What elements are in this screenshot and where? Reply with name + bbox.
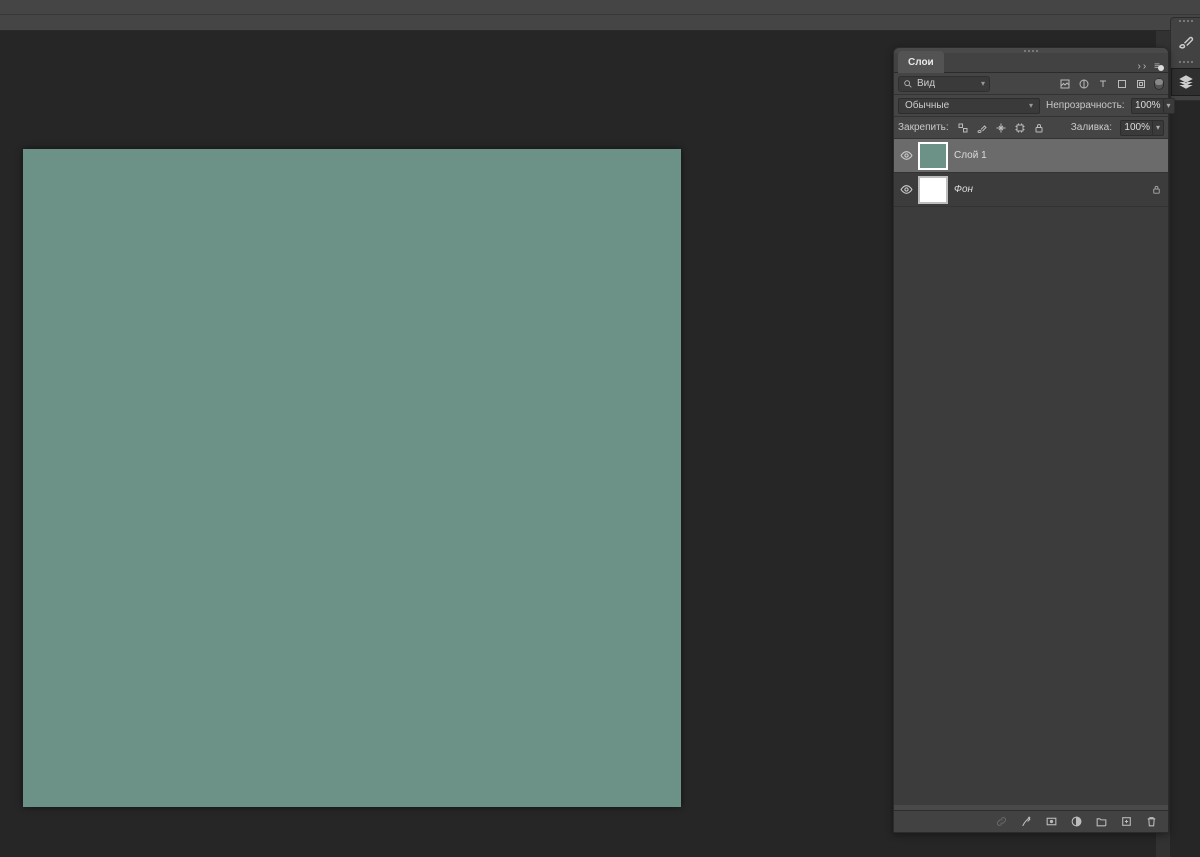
chevron-down-icon: ▾ xyxy=(1029,101,1033,110)
delete-layer-icon[interactable] xyxy=(1145,815,1158,828)
layer-row[interactable]: Фон xyxy=(894,173,1168,207)
layer-row[interactable]: Слой 1 xyxy=(894,139,1168,173)
layers-panel: Слои › › ≡ ▾ Обычные ▾ Непрозрачность: xyxy=(893,47,1169,833)
visibility-toggle[interactable] xyxy=(894,149,918,162)
layer-thumbnail[interactable] xyxy=(918,176,948,204)
filter-smartobject-icon[interactable] xyxy=(1135,78,1147,90)
lock-all-icon[interactable] xyxy=(1033,122,1045,134)
panel-bottom-toolbar xyxy=(894,810,1168,832)
menu-bar xyxy=(0,4,1200,14)
visibility-toggle[interactable] xyxy=(894,183,918,196)
lock-brush-icon[interactable] xyxy=(976,122,988,134)
layer-mask-icon[interactable] xyxy=(1045,815,1058,828)
brush-panel-icon[interactable] xyxy=(1171,27,1200,55)
filter-pixel-icon[interactable] xyxy=(1059,78,1071,90)
layer-name[interactable]: Слой 1 xyxy=(954,150,1144,161)
opacity-slider-toggle[interactable]: ▾ xyxy=(1163,98,1175,114)
adjustment-layer-icon[interactable] xyxy=(1070,815,1083,828)
filter-type-icon[interactable] xyxy=(1097,78,1109,90)
collapse-double-chevron-icon[interactable]: › › xyxy=(1137,61,1146,72)
indicator-dot-icon xyxy=(1158,65,1164,71)
filter-toggle[interactable] xyxy=(1154,78,1164,90)
opacity-label: Непрозрачность: xyxy=(1046,100,1125,111)
tab-layers[interactable]: Слои xyxy=(898,51,944,73)
collapsed-panel-strip xyxy=(1170,17,1200,101)
eye-icon xyxy=(900,183,913,196)
eye-icon xyxy=(900,149,913,162)
opacity-input[interactable] xyxy=(1131,98,1163,114)
group-icon[interactable] xyxy=(1095,815,1108,828)
lock-artboard-icon[interactable] xyxy=(1014,122,1026,134)
lock-transparency-icon[interactable] xyxy=(957,122,969,134)
fill-slider-toggle[interactable]: ▾ xyxy=(1152,120,1164,136)
fill-label: Заливка: xyxy=(1071,122,1112,133)
document-canvas[interactable] xyxy=(23,149,681,807)
layer-filter-select[interactable]: ▾ xyxy=(898,76,990,92)
layers-list: Слой 1 Фон xyxy=(894,139,1168,805)
chevron-down-icon[interactable]: ▾ xyxy=(981,79,985,88)
search-icon xyxy=(903,79,913,89)
lock-label: Закрепить: xyxy=(898,122,949,133)
layers-panel-icon[interactable] xyxy=(1171,68,1200,96)
filter-adjustment-icon[interactable] xyxy=(1078,78,1090,90)
lock-icon xyxy=(1151,184,1162,195)
layer-filter-input[interactable] xyxy=(917,78,977,89)
link-layers-icon[interactable] xyxy=(995,815,1008,828)
new-layer-icon[interactable] xyxy=(1120,815,1133,828)
layer-thumbnail[interactable] xyxy=(918,142,948,170)
panel-tab-row: Слои › › ≡ xyxy=(894,53,1168,73)
filter-row: ▾ xyxy=(894,73,1168,95)
lock-position-icon[interactable] xyxy=(995,122,1007,134)
blend-row: Обычные ▾ Непрозрачность: ▾ xyxy=(894,95,1168,117)
blend-mode-value: Обычные xyxy=(905,100,949,111)
layer-lock-indicator xyxy=(1144,184,1168,195)
blend-mode-select[interactable]: Обычные ▾ xyxy=(898,98,1040,114)
layer-name[interactable]: Фон xyxy=(954,184,1144,195)
options-bar xyxy=(0,14,1200,30)
fill-input[interactable] xyxy=(1120,120,1152,136)
lock-row: Закрепить: Заливка: ▾ xyxy=(894,117,1168,139)
layer-style-icon[interactable] xyxy=(1020,815,1033,828)
filter-shape-icon[interactable] xyxy=(1116,78,1128,90)
